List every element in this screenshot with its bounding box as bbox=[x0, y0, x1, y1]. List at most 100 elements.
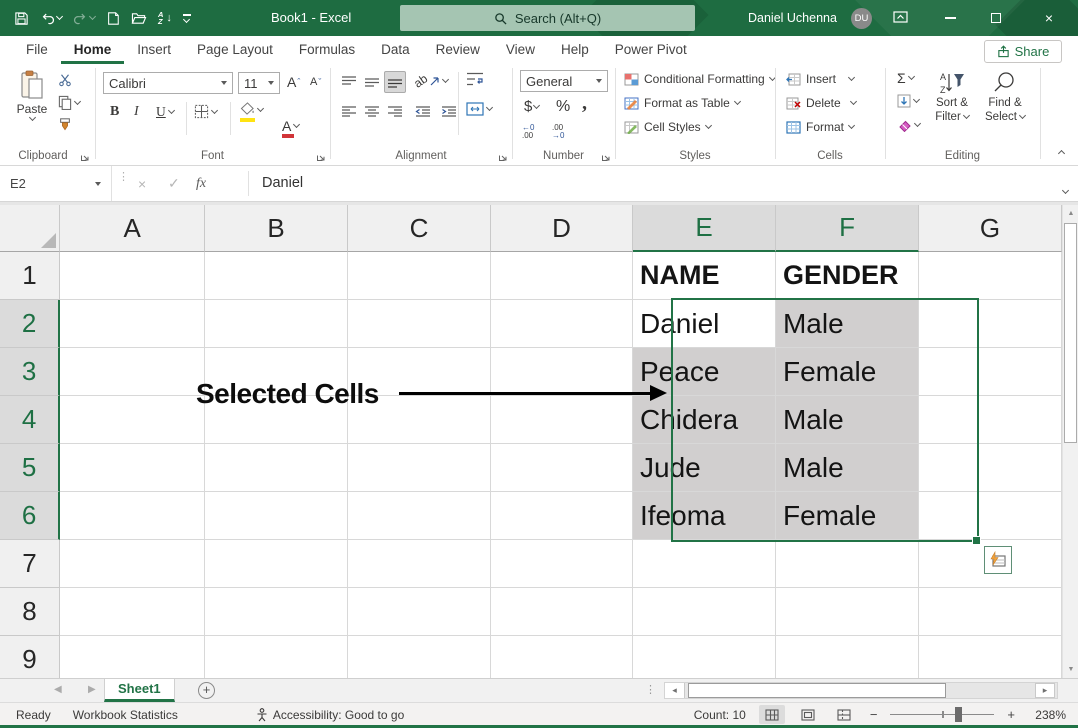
tab-page-layout[interactable]: Page Layout bbox=[184, 36, 286, 64]
new-file-button[interactable] bbox=[106, 11, 120, 26]
sort-ascending-button[interactable]: AZ ↓ bbox=[158, 11, 172, 25]
cell-G1[interactable] bbox=[919, 252, 1062, 300]
column-header-C[interactable]: C bbox=[348, 205, 491, 252]
normal-view-button[interactable] bbox=[759, 705, 785, 724]
scroll-up-button[interactable]: ▲ bbox=[1063, 205, 1078, 222]
align-top-button[interactable] bbox=[338, 71, 360, 93]
accounting-format-button[interactable]: $ bbox=[524, 98, 539, 115]
align-bottom-button[interactable] bbox=[384, 71, 406, 93]
row-header-7[interactable]: 7 bbox=[0, 540, 60, 588]
page-layout-view-button[interactable] bbox=[795, 705, 821, 724]
tab-help[interactable]: Help bbox=[548, 36, 602, 64]
sort-filter-button[interactable]: AZ Sort & Filter bbox=[928, 70, 976, 124]
paste-button[interactable]: Paste bbox=[10, 70, 54, 120]
decrease-indent-button[interactable] bbox=[412, 101, 434, 123]
increase-indent-button[interactable] bbox=[438, 101, 460, 123]
undo-button[interactable] bbox=[40, 11, 62, 25]
scroll-down-button[interactable]: ▼ bbox=[1063, 661, 1078, 678]
tab-insert[interactable]: Insert bbox=[124, 36, 184, 64]
alignment-dialog-launcher[interactable] bbox=[498, 151, 508, 161]
cell-G2[interactable] bbox=[919, 300, 1062, 348]
font-dialog-launcher[interactable] bbox=[316, 151, 326, 161]
cell-D9[interactable] bbox=[491, 636, 633, 678]
zoom-slider-thumb[interactable] bbox=[955, 707, 962, 722]
cell-A9[interactable] bbox=[60, 636, 205, 678]
cell-G4[interactable] bbox=[919, 396, 1062, 444]
cell-F1[interactable]: GENDER bbox=[776, 252, 919, 300]
cell-E8[interactable] bbox=[633, 588, 776, 636]
font-name-select[interactable]: Calibri bbox=[103, 72, 233, 94]
cell-F7[interactable] bbox=[776, 540, 919, 588]
quick-analysis-button[interactable] bbox=[984, 546, 1012, 574]
cell-A4[interactable] bbox=[60, 396, 205, 444]
cut-button[interactable] bbox=[58, 73, 72, 87]
cell-D6[interactable] bbox=[491, 492, 633, 540]
italic-button[interactable]: I bbox=[134, 104, 139, 120]
tab-view[interactable]: View bbox=[493, 36, 548, 64]
cell-E1[interactable]: NAME bbox=[633, 252, 776, 300]
cell-A7[interactable] bbox=[60, 540, 205, 588]
column-header-B[interactable]: B bbox=[205, 205, 348, 252]
zoom-slider[interactable] bbox=[890, 707, 994, 722]
column-header-E[interactable]: E bbox=[633, 205, 776, 252]
select-all-corner[interactable] bbox=[0, 205, 60, 252]
increase-decimal-button[interactable]: ←0 .00 bbox=[522, 124, 534, 140]
row-header-8[interactable]: 8 bbox=[0, 588, 60, 636]
row-header-9[interactable]: 9 bbox=[0, 636, 60, 678]
cell-F9[interactable] bbox=[776, 636, 919, 678]
cell-B1[interactable] bbox=[205, 252, 348, 300]
percent-style-button[interactable]: % bbox=[556, 98, 570, 116]
cell-D3[interactable] bbox=[491, 348, 633, 396]
row-header-6[interactable]: 6 bbox=[0, 492, 60, 540]
clear-button[interactable] bbox=[897, 118, 920, 132]
number-dialog-launcher[interactable] bbox=[601, 151, 611, 161]
cell-G6[interactable] bbox=[919, 492, 1062, 540]
cell-F2[interactable]: Male bbox=[776, 300, 919, 348]
ribbon-display-options-button[interactable] bbox=[893, 10, 908, 29]
previous-sheet-button[interactable]: ◀ bbox=[54, 684, 62, 695]
insert-function-button[interactable]: fx bbox=[196, 166, 206, 201]
row-header-3[interactable]: 3 bbox=[0, 348, 60, 396]
maximize-button[interactable] bbox=[974, 0, 1018, 36]
cell-D4[interactable] bbox=[491, 396, 633, 444]
cell-G9[interactable] bbox=[919, 636, 1062, 678]
cell-F3[interactable]: Female bbox=[776, 348, 919, 396]
align-center-button[interactable] bbox=[361, 101, 383, 123]
save-button[interactable] bbox=[14, 11, 29, 26]
column-header-A[interactable]: A bbox=[60, 205, 205, 252]
comma-style-button[interactable]: , bbox=[582, 92, 587, 115]
cell-G5[interactable] bbox=[919, 444, 1062, 492]
cell-D7[interactable] bbox=[491, 540, 633, 588]
enter-button[interactable]: ✓ bbox=[168, 166, 180, 201]
open-file-button[interactable] bbox=[131, 11, 147, 25]
cell-B7[interactable] bbox=[205, 540, 348, 588]
cancel-button[interactable]: × bbox=[138, 166, 146, 201]
insert-cells-button[interactable]: Insert bbox=[786, 72, 854, 86]
new-sheet-button[interactable]: + bbox=[198, 682, 215, 699]
underline-button[interactable]: U bbox=[156, 104, 174, 120]
borders-button[interactable] bbox=[194, 104, 217, 119]
cell-A5[interactable] bbox=[60, 444, 205, 492]
avatar[interactable]: DU bbox=[851, 8, 872, 29]
format-painter-button[interactable] bbox=[58, 117, 72, 132]
cell-D2[interactable] bbox=[491, 300, 633, 348]
cell-C1[interactable] bbox=[348, 252, 491, 300]
cell-C2[interactable] bbox=[348, 300, 491, 348]
zoom-level[interactable]: 238% bbox=[1028, 708, 1066, 722]
cell-B9[interactable] bbox=[205, 636, 348, 678]
cell-G3[interactable] bbox=[919, 348, 1062, 396]
name-box[interactable]: E2 bbox=[0, 166, 112, 201]
decrease-decimal-button[interactable]: .00 →0 bbox=[552, 124, 564, 140]
vertical-scrollbar[interactable]: ▲ ▼ bbox=[1062, 205, 1078, 678]
cell-E6[interactable]: Ifeoma bbox=[633, 492, 776, 540]
tab-review[interactable]: Review bbox=[423, 36, 493, 64]
cell-E2-active[interactable]: Daniel bbox=[633, 300, 776, 348]
sheetbar-grip[interactable]: ⋮ bbox=[645, 683, 656, 696]
column-header-F[interactable]: F bbox=[776, 205, 919, 252]
cell-E7[interactable] bbox=[633, 540, 776, 588]
next-sheet-button[interactable]: ▶ bbox=[88, 684, 96, 695]
tab-home[interactable]: Home bbox=[61, 36, 125, 64]
tab-formulas[interactable]: Formulas bbox=[286, 36, 368, 64]
row-header-2[interactable]: 2 bbox=[0, 300, 60, 348]
tab-power-pivot[interactable]: Power Pivot bbox=[602, 36, 700, 64]
